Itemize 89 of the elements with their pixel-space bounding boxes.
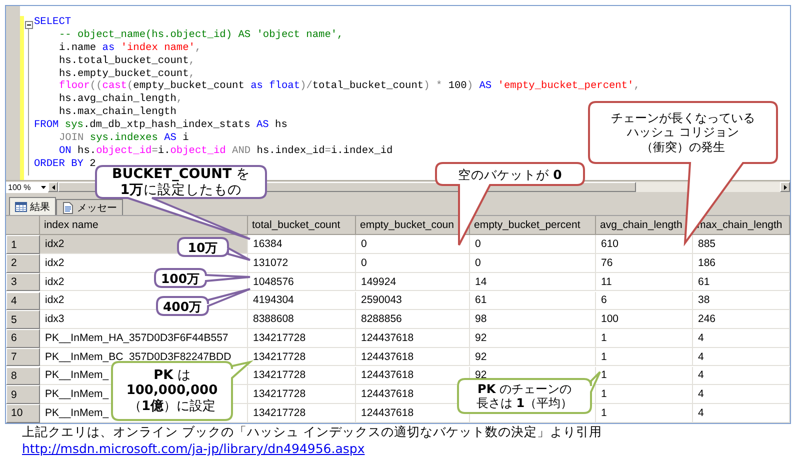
row-header[interactable]: 5 bbox=[6, 310, 40, 329]
column-header[interactable]: empty_bucket_coun bbox=[356, 216, 470, 235]
code-line: i.name as 'index name', bbox=[58, 42, 202, 55]
table-cell: 1 bbox=[596, 348, 693, 366]
table-cell: 0 bbox=[470, 254, 596, 272]
table-cell: 4 bbox=[693, 329, 790, 348]
left-arrow-icon bbox=[52, 184, 54, 190]
column-header[interactable]: max_chain_length bbox=[693, 216, 790, 235]
row-header[interactable]: 3 bbox=[6, 272, 40, 292]
table-cell: 76 bbox=[596, 254, 693, 272]
code-line: SELECT bbox=[34, 16, 72, 29]
table-cell: 8288856 bbox=[356, 310, 470, 329]
code-line: hs.empty_bucket_count, bbox=[58, 68, 195, 80]
table-cell: 134217728 bbox=[248, 404, 356, 423]
code-line: JOIN sys.indexes AS i bbox=[58, 132, 189, 145]
scroll-left-button[interactable] bbox=[48, 182, 58, 192]
table-cell: 11 bbox=[596, 272, 693, 292]
document-icon bbox=[62, 202, 74, 214]
zoom-dropdown[interactable]: 100 % bbox=[6, 182, 48, 192]
code-line: -- object_name(hs.object_id) AS 'object name', bbox=[58, 28, 344, 42]
code-line: hs.max_chain_length bbox=[58, 106, 176, 120]
row-header[interactable]: 1 bbox=[6, 235, 40, 254]
table-cell: 61 bbox=[693, 272, 790, 292]
right-arrow-icon bbox=[784, 184, 786, 190]
row-header[interactable]: 9 bbox=[6, 385, 40, 404]
caption-text: 上記クエリは、オンライン ブックの「ハッシュ インデックスの適切なバケット数の決定」より引用 bbox=[22, 423, 602, 440]
column-header[interactable]: empty_bucket_percent bbox=[470, 216, 596, 235]
table-cell: 134217728 bbox=[248, 348, 356, 366]
code-line: ON hs.object_id=i.object_id AND hs.index_id=i.index_id bbox=[58, 144, 393, 158]
table-cell: 1048576 bbox=[248, 272, 356, 292]
code-line: hs.avg_chain_length, bbox=[58, 93, 183, 106]
row-header[interactable]: 8 bbox=[6, 366, 40, 385]
callout-text: BUCKET_COUNT を 1万に設定したもの bbox=[111, 166, 251, 198]
table-cell: 246 bbox=[693, 310, 790, 329]
row-header[interactable]: 2 bbox=[6, 254, 40, 272]
table-cell: 885 bbox=[693, 235, 790, 254]
row-header[interactable]: 6 bbox=[6, 329, 40, 348]
table-cell: 4 bbox=[693, 385, 790, 404]
table-cell: 4194304 bbox=[248, 292, 356, 310]
table-cell: 14 bbox=[470, 272, 596, 292]
callout-text: チェーンが長くなっている ハッシュ コリジョン （衝突）の発生 bbox=[610, 110, 756, 156]
source-link[interactable]: http://msdn.microsoft.com/ja-jp/library/dn494956.aspx bbox=[22, 441, 365, 456]
row-header[interactable]: 7 bbox=[6, 348, 40, 366]
table-cell: 1 bbox=[596, 329, 693, 348]
collapse-icon[interactable] bbox=[25, 21, 33, 29]
column-header[interactable]: avg_chain_length bbox=[596, 216, 693, 235]
grid-icon bbox=[15, 202, 27, 212]
table-cell: 4 bbox=[693, 366, 790, 385]
table-cell: 16384 bbox=[248, 235, 356, 254]
scroll-right-button[interactable] bbox=[780, 182, 790, 192]
callout-text: 空のバケットが 0 bbox=[457, 166, 563, 184]
table-cell: 0 bbox=[470, 235, 596, 254]
table-cell: 92 bbox=[470, 329, 596, 348]
row-header[interactable]: 10 bbox=[6, 404, 40, 423]
table-cell: 92 bbox=[470, 348, 596, 366]
table-cell: 134217728 bbox=[248, 329, 356, 348]
table-cell: 2590043 bbox=[356, 292, 470, 310]
table-cell: 4 bbox=[693, 348, 790, 366]
table-cell: 6 bbox=[596, 292, 693, 310]
callout-text: PK は 100,000,000 （1億）に設定 bbox=[125, 366, 219, 416]
table-cell: 134217728 bbox=[248, 366, 356, 385]
table-cell: 149924 bbox=[356, 272, 470, 292]
row-header[interactable]: 4 bbox=[6, 292, 40, 310]
code-line: FROM sys.dm_db_xtp_hash_index_stats AS hs bbox=[34, 119, 288, 132]
table-cell: 4 bbox=[693, 404, 790, 423]
table-cell: 61 bbox=[470, 292, 596, 310]
table-cell: 131072 bbox=[248, 254, 356, 272]
result-tab[interactable]: 結果 bbox=[9, 197, 56, 215]
table-cell: 186 bbox=[693, 254, 790, 272]
caret-icon bbox=[41, 186, 46, 188]
callout-text: 10万 bbox=[186, 238, 220, 256]
table-cell: 0 bbox=[356, 254, 470, 272]
code-line: ORDER BY 2 bbox=[34, 158, 96, 171]
callout-text: 100万 bbox=[160, 270, 202, 287]
code-line: floor((cast(empty_bucket_count as float)/total_bucket_count) * 100) AS 'empty_bucket_percent', bbox=[58, 80, 640, 94]
table-cell: 124437618 bbox=[356, 348, 470, 366]
column-header[interactable]: index name bbox=[40, 216, 248, 235]
table-cell: 124437618 bbox=[356, 329, 470, 348]
table-cell: 1 bbox=[596, 404, 693, 423]
code-line: hs.total_bucket_count, bbox=[58, 54, 195, 68]
table-cell: 100 bbox=[596, 310, 693, 329]
table-cell: PK__InMem_HA_357D0D3F6F44B557 bbox=[40, 329, 248, 348]
column-header[interactable]: total_bucket_count bbox=[248, 216, 356, 235]
result-tab[interactable]: メッセー bbox=[56, 199, 123, 215]
table-cell: 1 bbox=[596, 385, 693, 404]
table-cell: 134217728 bbox=[248, 385, 356, 404]
table-cell: 38 bbox=[693, 292, 790, 310]
table-cell: 98 bbox=[470, 310, 596, 329]
table-cell: 8388608 bbox=[248, 310, 356, 329]
